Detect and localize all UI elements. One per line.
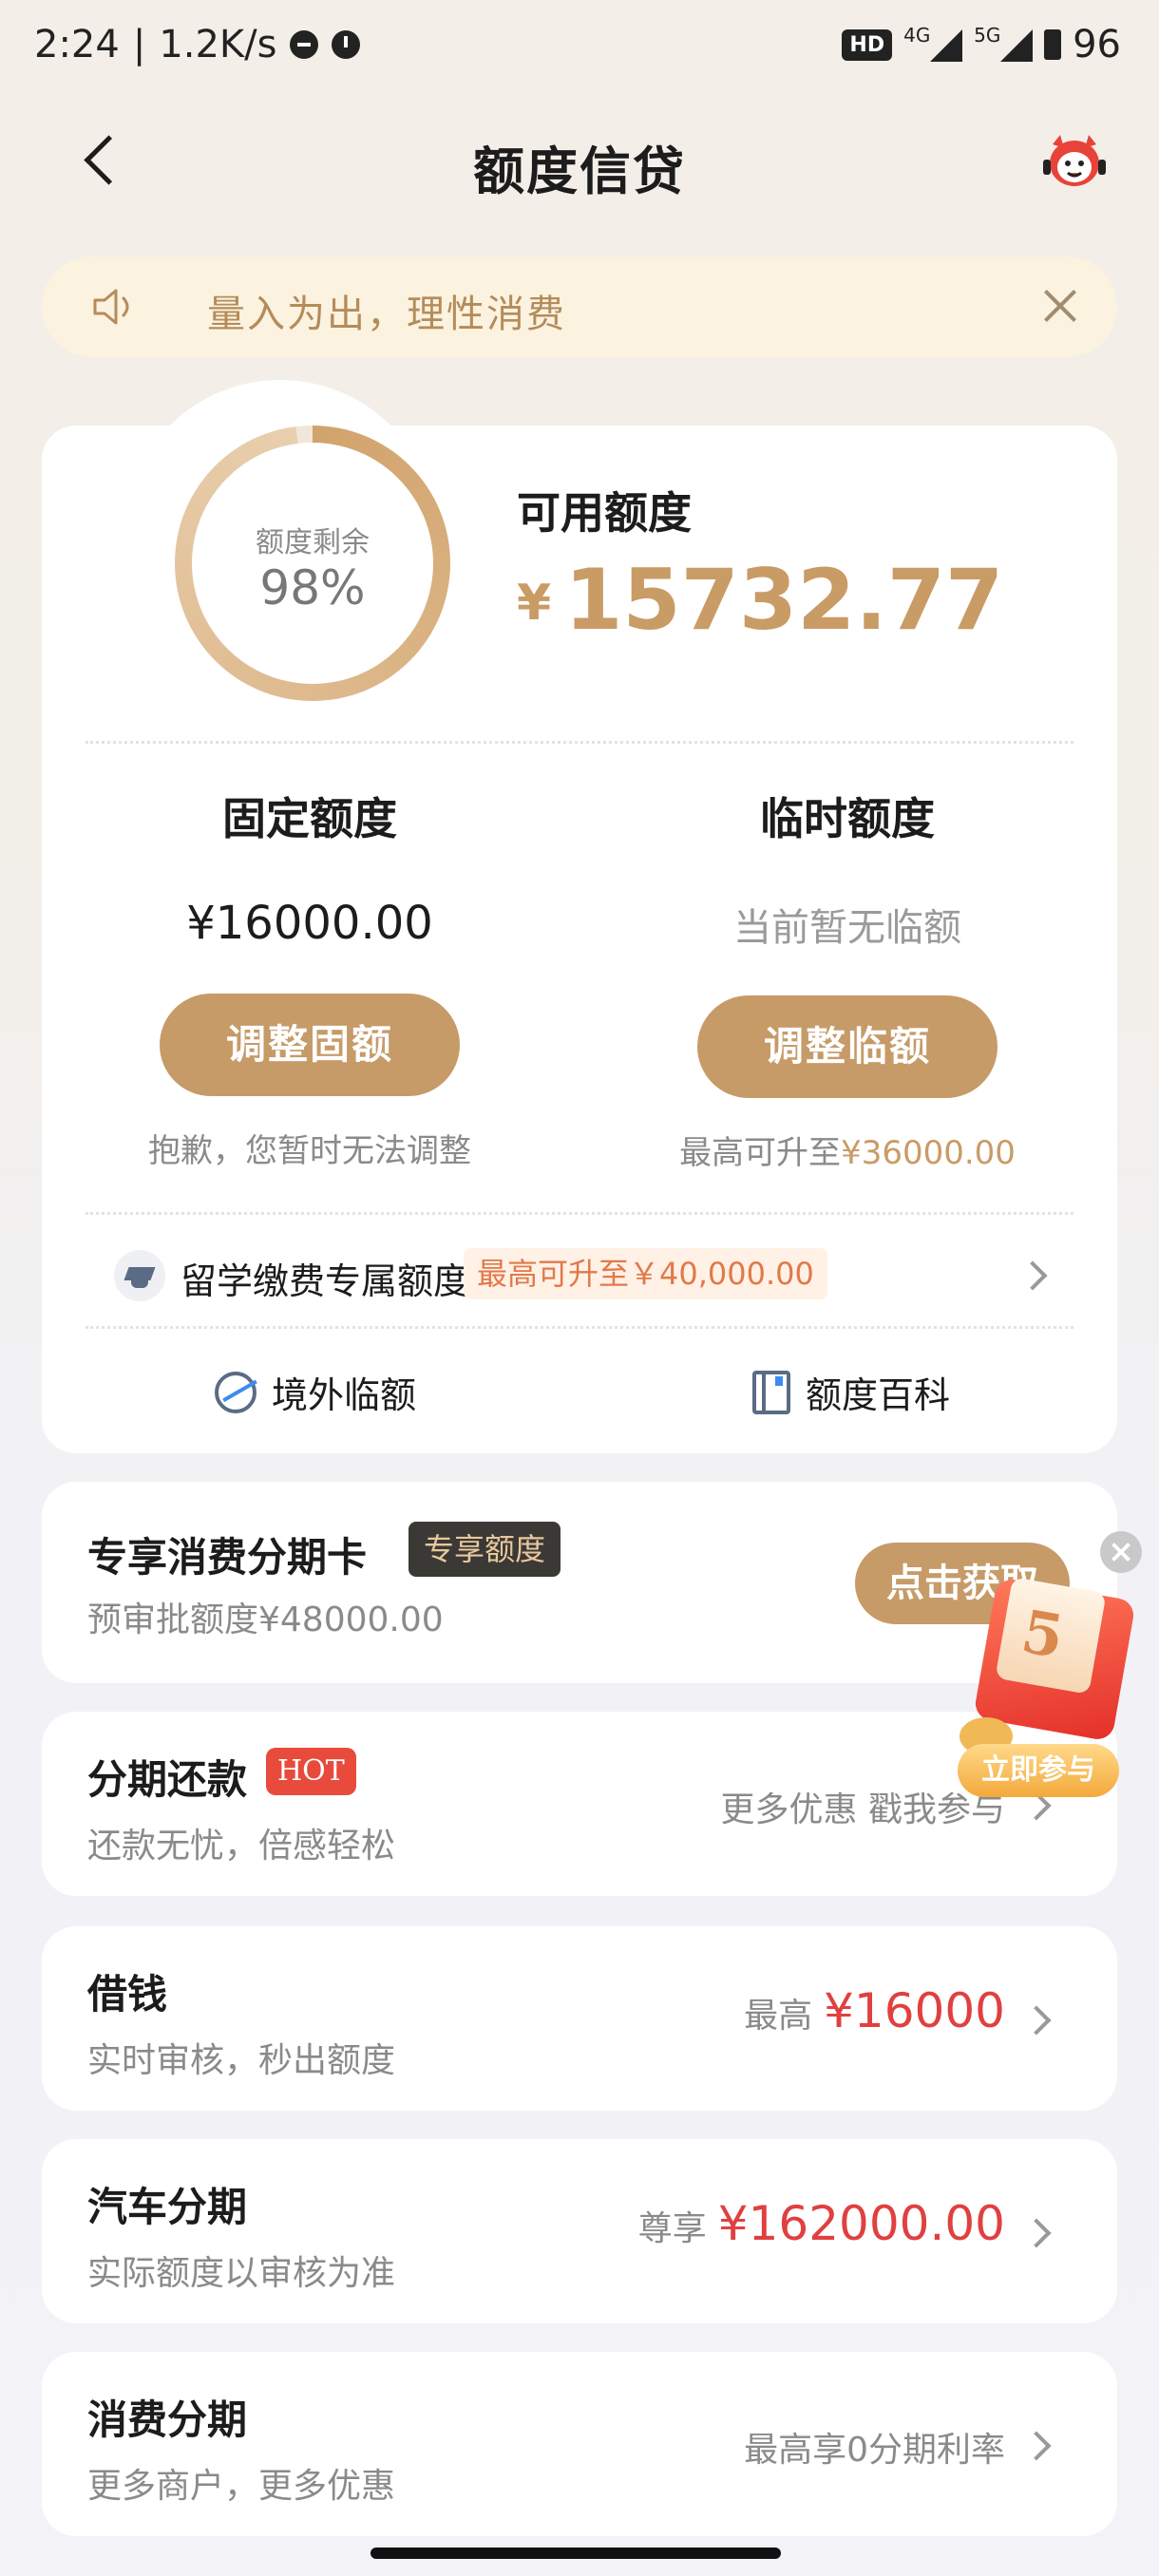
study-credit-row[interactable]: 留学缴费专属额度 最高可升至￥40,000.00: [114, 1242, 1054, 1309]
fixed-value: ¥16000.00: [186, 897, 433, 950]
available-number: 15732.77: [564, 551, 1004, 649]
car-limit: 尊享 ¥162000.00: [638, 2196, 1005, 2251]
offer-tag: 专享额度: [408, 1522, 561, 1577]
temp-credit-column: 临时额度 当前暂无临额 调整临额 最高可升至¥36000.00: [648, 785, 1047, 1173]
status-right: HD 4G 5G 96: [842, 23, 1121, 66]
temp-note-amount: ¥36000.00: [841, 1134, 1016, 1172]
divider: [86, 1326, 1074, 1329]
borrow-amount: ¥16000: [824, 1983, 1005, 2038]
mascot-icon[interactable]: [1041, 131, 1108, 190]
consumer-installment-row[interactable]: 消费分期 更多商户，更多优惠 最高享0分期利率: [42, 2352, 1117, 2536]
hd-icon: HD: [842, 28, 893, 61]
chevron-right-icon: [1021, 2218, 1052, 2248]
promo-close-icon[interactable]: [1100, 1531, 1142, 1573]
borrow-sub: 实时审核，秒出额度: [87, 2041, 396, 2080]
remain-percent: 98%: [259, 560, 366, 616]
signal-4g-icon: 4G: [903, 24, 963, 62]
borrow-title: 借钱: [87, 1971, 168, 2017]
hot-badge: HOT: [266, 1748, 356, 1795]
car-amount: ¥162000.00: [717, 2196, 1005, 2251]
home-indicator[interactable]: [370, 2548, 781, 2559]
status-speed: 1.2K/s: [159, 23, 277, 66]
status-time: 2:24: [34, 23, 120, 66]
temp-note: 最高可升至¥36000.00: [648, 1127, 1047, 1173]
status-divider: |: [132, 23, 146, 66]
chevron-right-icon: [1021, 2431, 1052, 2461]
globe-icon: [215, 1371, 256, 1413]
consumer-promo-text: 最高享0分期利率: [744, 2431, 1005, 2470]
consumer-title: 消费分期: [87, 2396, 248, 2443]
temp-title: 临时额度: [760, 793, 935, 844]
alarm-icon: [332, 30, 361, 59]
offer-title: 专享消费分期卡: [87, 1534, 368, 1581]
battery-level: 96: [1073, 23, 1121, 66]
remaining-ring: 额度剩余 98%: [175, 426, 450, 701]
battery-icon: [1044, 29, 1062, 60]
floating-promo[interactable]: 5 立即参与: [940, 1531, 1150, 1816]
divider: [86, 741, 1074, 744]
repay-sub: 还款无忧，倍感轻松: [87, 1827, 396, 1866]
temp-note-prefix: 最高可升至: [679, 1134, 842, 1172]
fixed-note: 抱歉，您暂时无法调整: [148, 1132, 471, 1170]
book-icon: [752, 1370, 790, 1414]
borrow-row[interactable]: 借钱 实时审核，秒出额度 最高 ¥16000: [42, 1926, 1117, 2111]
adjust-temp-button[interactable]: 调整临额: [697, 995, 998, 1098]
car-prefix: 尊享: [637, 2209, 707, 2248]
consumer-sub: 更多商户，更多优惠: [87, 2467, 396, 2506]
chevron-right-icon: [1017, 1260, 1048, 1291]
available-label: 可用额度: [517, 487, 692, 539]
study-label: 留学缴费专属额度: [180, 1260, 470, 1302]
fixed-title: 固定额度: [222, 793, 397, 844]
net2-label: 5G: [974, 24, 1001, 47]
car-sub: 实际额度以审核为准: [87, 2254, 396, 2293]
fixed-credit-column: 固定额度 ¥16000.00 调整固额 抱歉，您暂时无法调整: [110, 785, 509, 1171]
temp-value: 当前暂无临额: [733, 906, 961, 950]
remain-label: 额度剩余: [256, 526, 370, 559]
signal-5g-icon: 5G: [974, 24, 1034, 62]
offer-sub: 预审批额度¥48000.00: [87, 1601, 444, 1639]
adjust-fixed-button[interactable]: 调整固额: [160, 994, 460, 1096]
overseas-label: 境外临额: [272, 1374, 417, 1416]
borrow-prefix: 最高: [744, 1997, 813, 2036]
overseas-temp-credit-link[interactable]: 境外临额: [215, 1366, 416, 1418]
repay-title: 分期还款: [87, 1756, 248, 1803]
nav-header: 额度信贷: [0, 114, 1159, 209]
ring-center: 额度剩余 98%: [192, 443, 433, 684]
notice-text: 量入为出，理性消费: [207, 293, 566, 336]
dnd-icon: [290, 30, 319, 59]
graduation-cap-icon: [114, 1250, 165, 1301]
net1-label: 4G: [903, 24, 931, 47]
borrow-limit: 最高 ¥16000: [744, 1983, 1005, 2038]
status-bar: 2:24 | 1.2K/s HD 4G 5G 96: [0, 0, 1159, 95]
available-amount: ¥15732.77: [517, 551, 1003, 649]
car-title: 汽车分期: [87, 2184, 248, 2230]
car-installment-row[interactable]: 汽车分期 实际额度以审核为准 尊享 ¥162000.00: [42, 2139, 1117, 2323]
chevron-right-icon: [1021, 2005, 1052, 2036]
currency-symbol: ¥: [517, 575, 552, 632]
study-badge: 最高可升至￥40,000.00: [464, 1248, 827, 1299]
join-now-button[interactable]: 立即参与: [958, 1744, 1119, 1797]
wiki-label: 额度百科: [806, 1374, 951, 1416]
close-icon[interactable]: [1039, 285, 1081, 327]
notice-bar: 量入为出，理性消费: [42, 256, 1117, 357]
status-left: 2:24 | 1.2K/s: [34, 23, 361, 66]
speaker-icon: [93, 289, 129, 325]
credit-wiki-link[interactable]: 额度百科: [752, 1366, 950, 1418]
page-title: 额度信贷: [473, 142, 686, 201]
divider: [86, 1212, 1074, 1215]
